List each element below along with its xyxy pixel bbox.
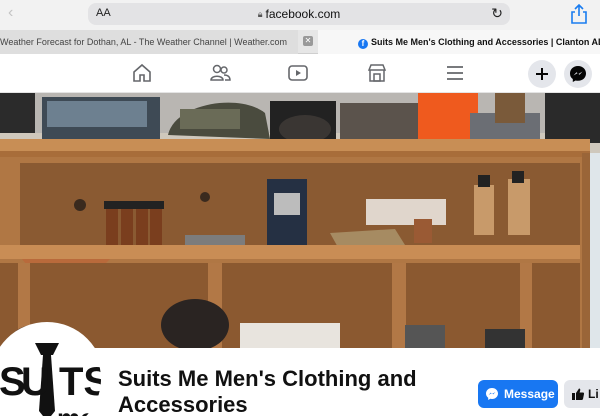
address-bar[interactable]: AA 🔒︎ facebook.com ↻ [88,3,510,25]
lock-icon: 🔒︎ [257,9,263,19]
cover-image [0,93,600,348]
plus-icon [536,68,548,80]
message-button[interactable]: Message [478,380,558,408]
screen: ‹ AA 🔒︎ facebook.com ↻ Weather Forecast f… [0,0,600,416]
tab-title: Weather Forecast for Dothan, AL - The We… [0,37,287,47]
suits-me-logo: S U TS me [0,325,101,416]
browser-toolbar: ‹ AA 🔒︎ facebook.com ↻ [0,0,600,30]
menu-icon[interactable] [444,62,466,84]
close-tab-icon[interactable]: ✕ [303,36,313,46]
back-icon[interactable]: ‹ [8,4,13,22]
cover-photo[interactable] [0,93,600,348]
watch-icon[interactable] [287,62,309,84]
reload-icon[interactable]: ↻ [491,5,503,22]
page-title: Suits Me Men's Clothing and Accessories [118,366,417,416]
tab-bar: Weather Forecast for Dothan, AL - The We… [0,30,600,54]
share-icon[interactable] [570,4,588,24]
facebook-nav [0,55,600,93]
message-label: Message [504,387,555,401]
messenger-icon [486,388,498,400]
messenger-button[interactable] [564,60,592,88]
url-display[interactable]: 🔒︎ facebook.com [88,7,510,21]
messenger-icon [570,66,586,82]
url-text: facebook.com [265,7,341,21]
tab-title: Suits Me Men's Clothing and Accessories … [371,37,600,47]
friends-icon[interactable] [209,62,231,84]
svg-text:TS: TS [59,360,101,404]
like-button[interactable]: Li [564,380,600,408]
marketplace-icon[interactable] [366,62,388,84]
create-button[interactable] [528,60,556,88]
like-label: Li [588,387,599,401]
facebook-favicon-icon: f [358,39,368,49]
tab-weather[interactable]: Weather Forecast for Dothan, AL - The We… [0,30,298,54]
thumbs-up-icon [572,388,585,400]
svg-text:U: U [21,360,50,404]
svg-text:me: me [57,403,95,416]
home-icon[interactable] [131,62,153,84]
tab-facebook[interactable]: f Suits Me Men's Clothing and Accessories… [318,30,600,54]
